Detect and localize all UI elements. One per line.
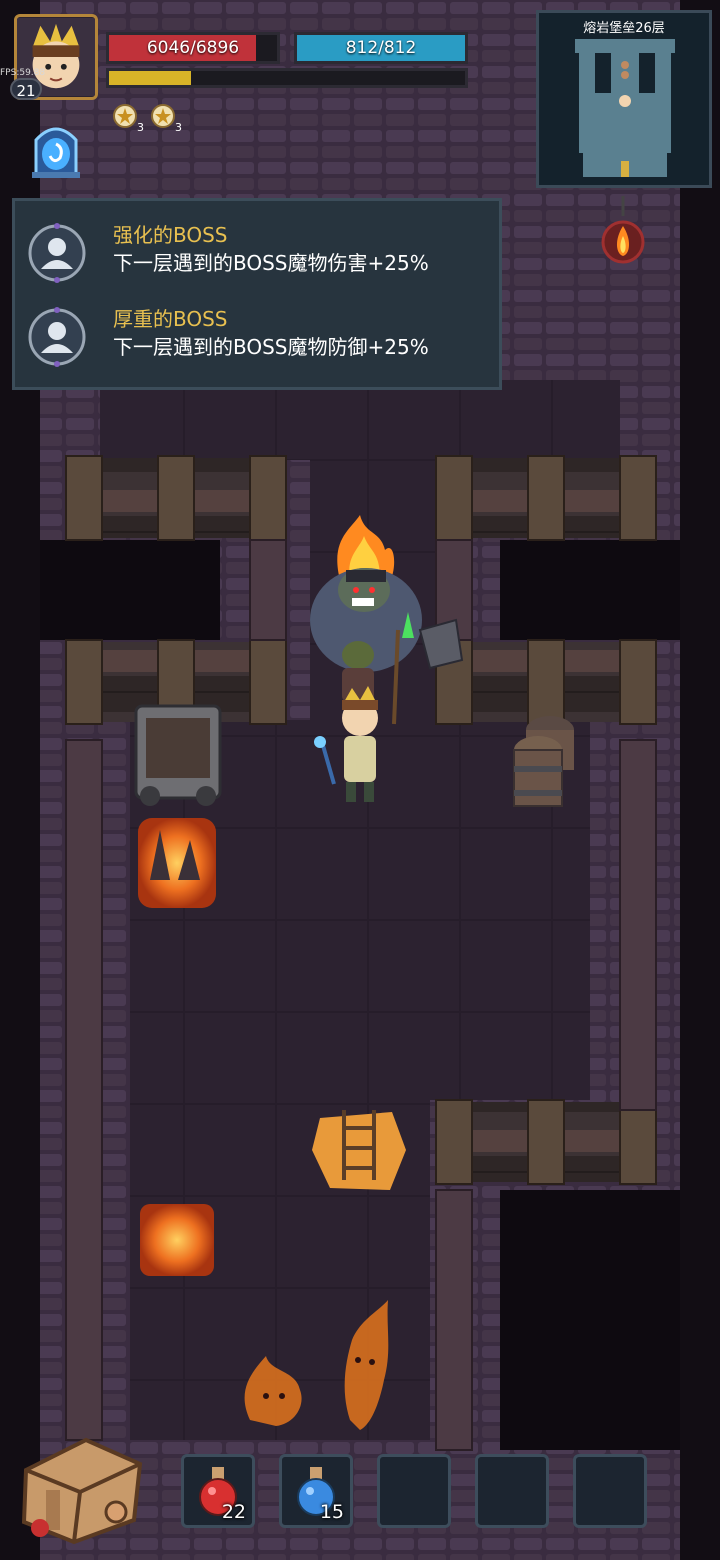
modifier-title: 强化的BOSS (113, 223, 228, 247)
hp-text: 6046/6896 (146, 38, 240, 58)
mp-text: 812/812 (345, 38, 417, 58)
item-slot-5[interactable] (573, 1454, 647, 1528)
minecart (134, 704, 222, 806)
portal-button[interactable] (30, 118, 82, 180)
buff-count: 3 (137, 121, 144, 134)
minimap[interactable]: 熔岩堡垒26层 (536, 10, 712, 188)
backpack-icon (21, 1437, 143, 1545)
item-slot-3[interactable] (377, 1454, 451, 1528)
item-count: 15 (319, 1501, 344, 1523)
mp-bar: 812/812 (294, 32, 468, 64)
minimap-layout (575, 39, 675, 177)
star-medal-icon (113, 104, 137, 128)
modifier-description: 下一层遇到的BOSS魔物防御+25% (113, 335, 429, 359)
modifier-description: 下一层遇到的BOSS魔物伤害+25% (113, 251, 429, 275)
boss-silhouette-icon (27, 223, 87, 283)
item-slot-1[interactable]: 22 (181, 1454, 255, 1528)
buff-star-1[interactable]: 3 (112, 104, 144, 134)
player-marker (619, 95, 631, 107)
buff-star-2[interactable]: 3 (150, 104, 182, 134)
backpack-button[interactable] (16, 1430, 146, 1546)
modifier-title: 厚重的BOSS (113, 307, 228, 331)
hanging-lamp-icon (600, 196, 646, 270)
boss-modifier-panel: 强化的BOSS 下一层遇到的BOSS魔物伤害+25% 厚重的BOSS 下一层遇到… (12, 198, 502, 390)
hp-bar: 6046/6896 (106, 32, 280, 64)
fps-counter: FPS:59.88 (0, 68, 46, 78)
item-slot-2[interactable]: 15 (279, 1454, 353, 1528)
boss-modifier-entry-2: 厚重的BOSS 下一层遇到的BOSS魔物防御+25% (27, 303, 497, 373)
boss-silhouette-icon (27, 307, 87, 367)
xp-bar (106, 68, 468, 88)
blue-portal-icon (32, 127, 80, 178)
star-medal-icon (151, 104, 175, 128)
boss-modifier-entry-1: 强化的BOSS 下一层遇到的BOSS魔物伤害+25% (27, 219, 497, 289)
item-slot-4[interactable] (475, 1454, 549, 1528)
buff-count: 3 (175, 121, 182, 134)
player-level-badge: 21 (10, 78, 42, 100)
item-count: 22 (221, 1501, 246, 1523)
xp-bar-fill (109, 71, 191, 85)
